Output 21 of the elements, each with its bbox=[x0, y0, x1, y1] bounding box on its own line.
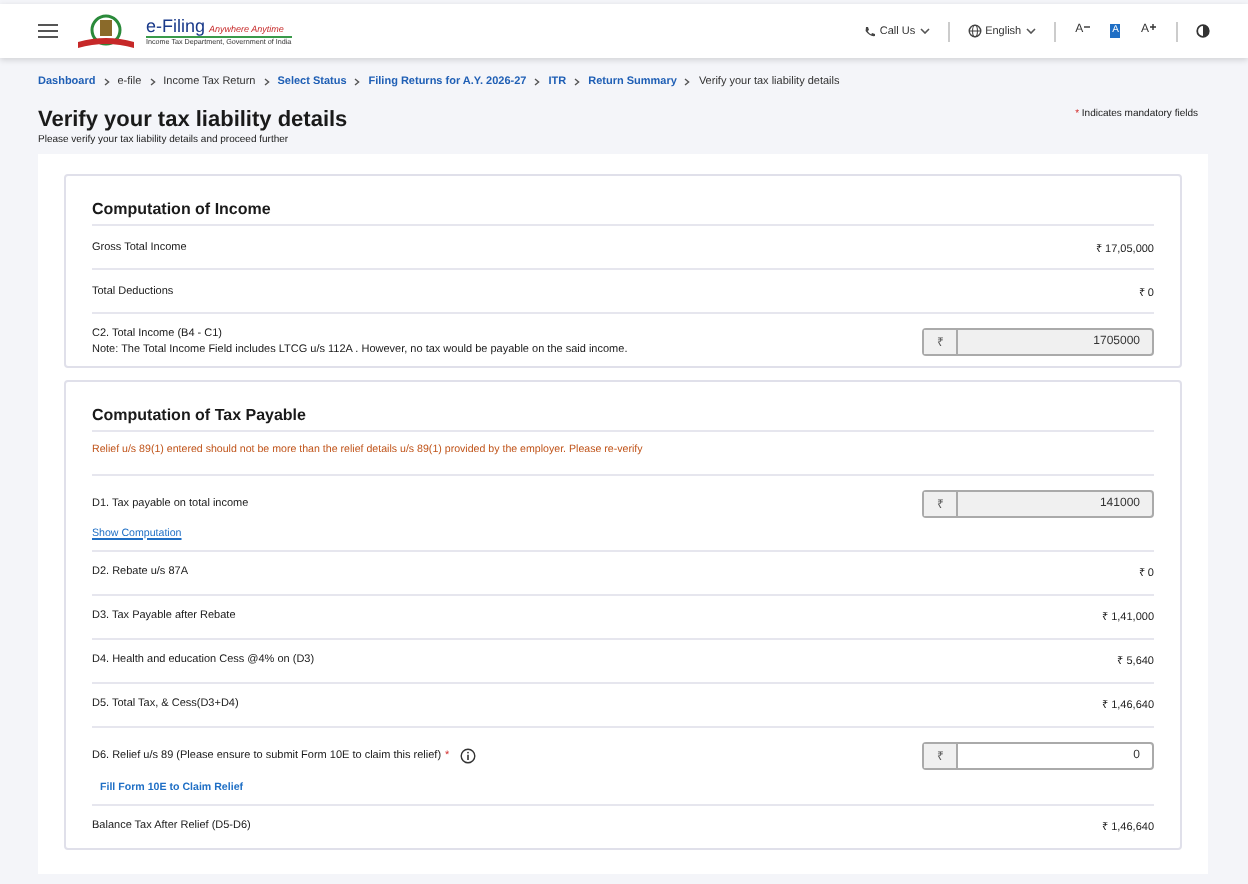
contrast-icon[interactable] bbox=[1196, 24, 1210, 38]
emblem-logo-icon bbox=[74, 13, 138, 49]
caret-icon bbox=[1025, 28, 1036, 34]
chevron-right-icon bbox=[354, 78, 361, 86]
phone-icon bbox=[863, 25, 876, 37]
minus-icon bbox=[1084, 24, 1091, 30]
menu-icon[interactable] bbox=[38, 24, 58, 38]
section-title: Computation of Income bbox=[92, 188, 1154, 226]
info-icon[interactable] bbox=[459, 747, 476, 763]
chevron-right-icon bbox=[263, 78, 270, 86]
chevron-right-icon bbox=[103, 78, 110, 86]
chevron-right-icon bbox=[149, 78, 156, 86]
caret-icon bbox=[919, 28, 930, 34]
globe-icon bbox=[967, 24, 982, 38]
page-title: Verify your tax liability details bbox=[38, 108, 348, 134]
section-title: Computation of Tax Payable bbox=[92, 394, 1154, 432]
logo-title: e-Filing bbox=[146, 16, 206, 36]
chevron-right-icon bbox=[684, 78, 691, 86]
plus-icon bbox=[1150, 24, 1156, 30]
chevron-right-icon bbox=[574, 78, 581, 86]
chevron-right-icon bbox=[534, 78, 541, 86]
